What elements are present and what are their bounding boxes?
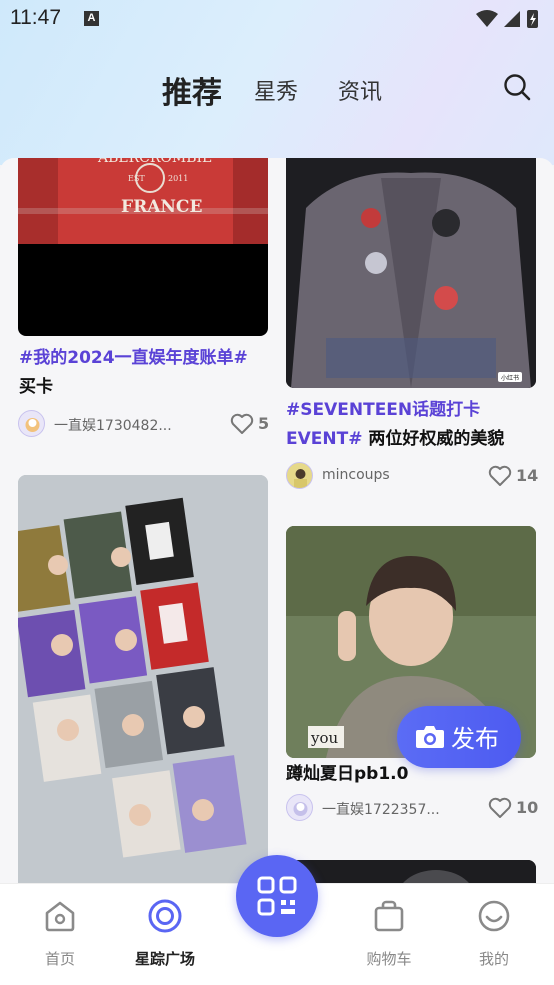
nav-label: 我的 [478, 950, 509, 968]
status-time: 11:47 [10, 6, 61, 29]
photocards-photo [18, 475, 268, 883]
publish-label: 发布 [451, 725, 499, 753]
cellular-icon [504, 11, 520, 27]
tab-news[interactable]: 资讯 [338, 74, 382, 106]
svg-text:2011: 2011 [168, 174, 188, 183]
author-name[interactable]: 一直娱1722357... [322, 799, 440, 819]
nav-mine[interactable]: 我的 [449, 884, 539, 984]
status-bar: 11:47 A [0, 0, 554, 40]
avatar[interactable] [286, 462, 313, 489]
like-count: 14 [516, 466, 539, 485]
wifi-icon [476, 10, 498, 27]
heart-icon [230, 413, 254, 434]
nav-label: 购物车 [366, 950, 412, 968]
svg-text:小红书: 小红书 [501, 374, 519, 382]
tab-recommend[interactable]: 推荐 [162, 68, 222, 112]
post-title-text: 两位好权威的美貌 [362, 429, 505, 449]
like-button[interactable]: 14 [488, 464, 539, 488]
post-image[interactable]: 小红书 [286, 158, 536, 388]
post-image[interactable] [286, 860, 536, 883]
jacket-photo: 小红书 [286, 158, 536, 388]
svg-text:ABERCROMBIE: ABERCROMBIE [97, 158, 212, 166]
like-count: 10 [516, 798, 539, 817]
svg-text:FRANCE: FRANCE [121, 197, 202, 217]
next-post-photo [286, 860, 536, 883]
nav-label: 首页 [44, 950, 75, 968]
home-icon [45, 901, 75, 932]
qr-scan-icon [257, 876, 297, 916]
sweater-photo: EST 2011 FRANCE ABERCROMBIE [18, 158, 268, 244]
avatar[interactable] [286, 794, 313, 821]
post-image[interactable]: EST 2011 FRANCE ABERCROMBIE [18, 158, 268, 336]
post-topic-tag[interactable]: #我的2024一直娱年度账单# [19, 348, 248, 368]
nav-label: 星踪广场 [134, 950, 195, 968]
like-count: 5 [258, 414, 270, 433]
post-meta: mincoups 14 [286, 462, 539, 490]
shopping-bag-icon [374, 900, 404, 932]
heart-icon [488, 465, 512, 486]
post-meta: 一直娱1730482... 5 [18, 410, 270, 438]
search-icon[interactable] [502, 72, 532, 102]
nav-star-square[interactable]: 星踪广场 [120, 884, 210, 984]
like-button[interactable]: 5 [230, 412, 270, 436]
publish-button[interactable]: 发布 [397, 706, 521, 768]
post-title[interactable]: #SEVENTEEN话题打卡EVENT# 两位好权威的美貌 [286, 396, 536, 454]
nav-cart[interactable]: 购物车 [344, 884, 434, 984]
camera-icon [416, 726, 444, 748]
smile-icon [478, 900, 510, 932]
svg-text:you: you [310, 729, 339, 747]
nav-home[interactable]: 首页 [15, 884, 105, 984]
post-title-text: 买卡 [19, 377, 53, 397]
heart-icon [488, 797, 512, 818]
qr-scan-button[interactable] [236, 855, 318, 937]
app-notification-icon: A [84, 11, 99, 26]
tab-star-show[interactable]: 星秀 [254, 74, 298, 106]
target-icon [148, 899, 182, 933]
post-title[interactable]: #我的2024一直娱年度账单# 买卡 [19, 344, 277, 402]
post-title-text: 蹲灿夏日pb1.0 [286, 764, 409, 784]
header: 11:47 A 推荐 星秀 资讯 [0, 0, 554, 165]
like-button[interactable]: 10 [488, 796, 539, 820]
svg-text:EST: EST [128, 174, 145, 183]
feed: EST 2011 FRANCE ABERCROMBIE #我的2024一直娱年度… [0, 158, 554, 883]
status-icons [476, 10, 538, 28]
top-tabs: 推荐 星秀 资讯 [0, 66, 554, 112]
post-meta: 一直娱1722357... 10 [286, 794, 539, 822]
author-name[interactable]: mincoups [322, 467, 390, 483]
author-name[interactable]: 一直娱1730482... [54, 415, 172, 435]
avatar[interactable] [18, 410, 45, 437]
post-image[interactable] [18, 475, 268, 883]
